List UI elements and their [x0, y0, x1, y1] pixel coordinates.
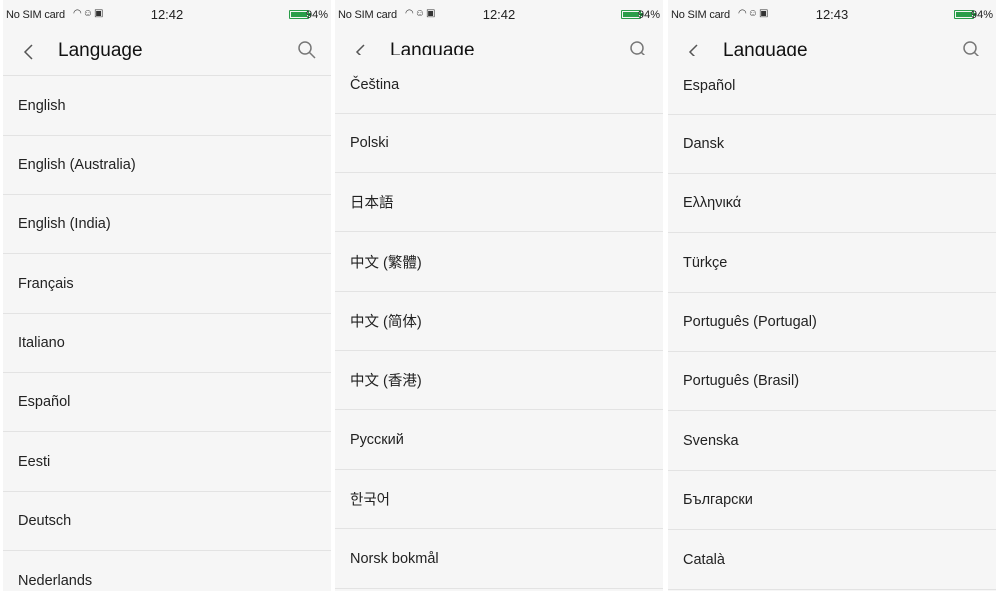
language-item[interactable]: Português (Brasil) [668, 352, 996, 411]
phone-screen-1: No SIM card ◠☺▣ 12:42 94% Language Engli… [3, 0, 331, 591]
battery-percent: 94% [637, 9, 660, 21]
battery-percent: 94% [305, 9, 328, 21]
language-item[interactable]: Türkçe [668, 234, 996, 293]
page-title: Language [58, 40, 143, 61]
back-chevron-left-icon[interactable] [15, 38, 43, 66]
language-item[interactable]: Nederlands [3, 552, 331, 591]
language-item[interactable]: Español [3, 373, 331, 432]
search-icon[interactable] [295, 38, 319, 62]
language-item[interactable]: Čeština [335, 55, 663, 114]
language-item[interactable]: Български [668, 471, 996, 530]
language-item[interactable]: 中文 (繁體) [335, 233, 663, 292]
language-item[interactable]: 日本語 [335, 173, 663, 232]
language-item[interactable]: Eesti [3, 433, 331, 492]
clock: 12:43 [815, 7, 849, 22]
language-item[interactable]: Español [668, 56, 996, 115]
phone-screen-2: No SIM card ◠☺▣ 12:42 94% Language Češti… [335, 0, 663, 591]
language-item[interactable]: Русский [335, 411, 663, 470]
status-bar: No SIM card ◠☺▣ 12:43 94% [668, 0, 996, 30]
phone-screen-3: No SIM card ◠☺▣ 12:43 94% Language Españ… [668, 0, 996, 591]
language-item[interactable]: English (India) [3, 195, 331, 254]
language-item[interactable]: Deutsch [3, 492, 331, 551]
language-item[interactable]: Português (Portugal) [668, 293, 996, 352]
language-item[interactable]: Polski [335, 114, 663, 173]
header: Language [3, 30, 331, 76]
language-item[interactable]: Norsk bokmål [335, 530, 663, 589]
language-item[interactable]: Ελληνικά [668, 174, 996, 233]
status-bar: No SIM card ◠☺▣ 12:42 94% [335, 0, 663, 30]
language-item[interactable]: Català [668, 531, 996, 590]
language-item[interactable]: Dansk [668, 115, 996, 174]
language-item[interactable]: 中文 (简体) [335, 292, 663, 351]
status-bar: No SIM card ◠☺▣ 12:42 94% [3, 0, 331, 30]
language-item[interactable]: Italiano [3, 314, 331, 373]
language-item[interactable]: English [3, 77, 331, 136]
language-item[interactable]: 中文 (香港) [335, 351, 663, 410]
language-item[interactable]: Français [3, 255, 331, 314]
clock: 12:42 [150, 7, 184, 22]
language-item[interactable]: Svenska [668, 412, 996, 471]
language-item[interactable]: English (Australia) [3, 136, 331, 195]
clock: 12:42 [482, 7, 516, 22]
language-item[interactable]: 한국어 [335, 470, 663, 529]
battery-percent: 94% [970, 9, 993, 21]
